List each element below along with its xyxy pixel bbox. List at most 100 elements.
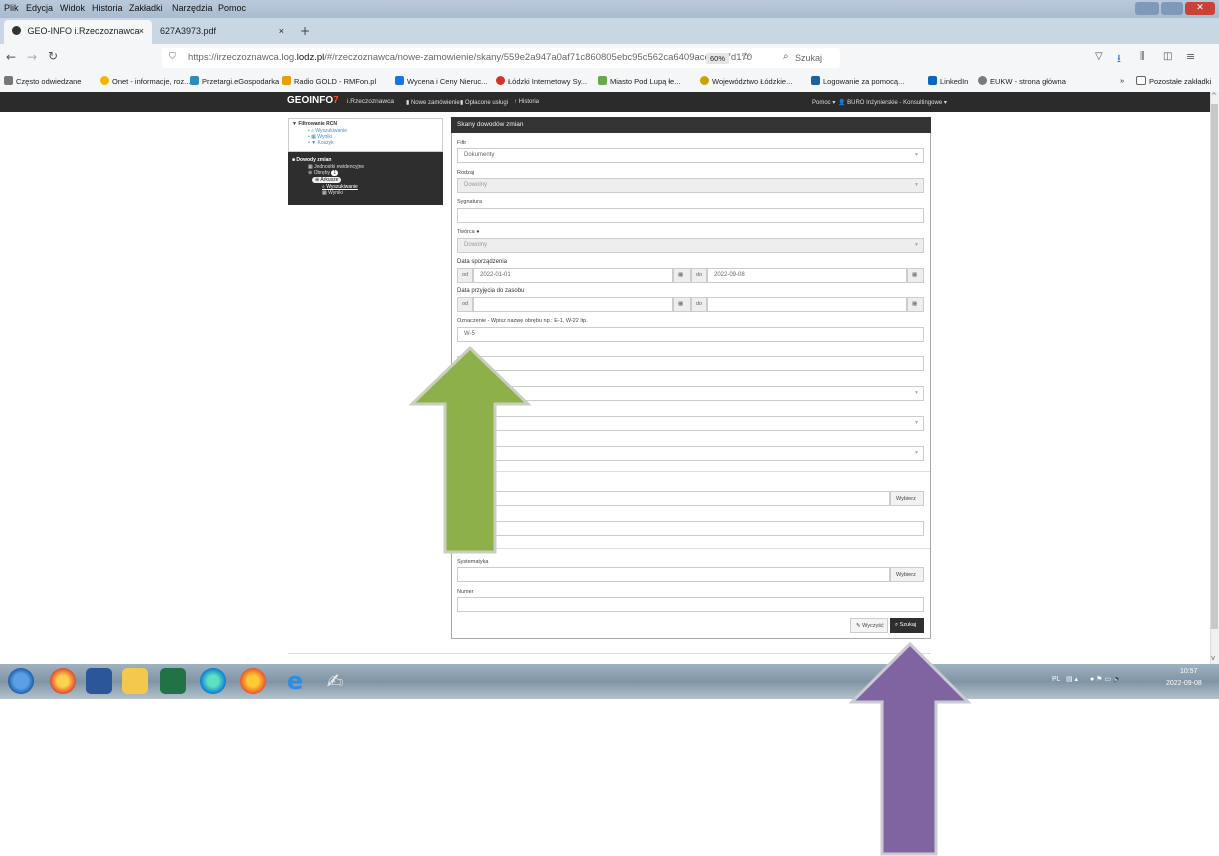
nav-paid-services[interactable]: ▮ Opłacone usługi xyxy=(460,99,508,106)
keyboard-icon[interactable]: ▤ ▴ xyxy=(1066,675,1078,683)
tab-close-icon[interactable]: × xyxy=(139,26,144,36)
scroll-down-icon[interactable]: v xyxy=(1211,654,1215,662)
search-icon: ⌕ xyxy=(783,51,789,62)
maximize-button[interactable] xyxy=(1161,2,1183,15)
close-window-button[interactable]: ✕ xyxy=(1185,2,1215,15)
to-addon: do xyxy=(691,297,707,312)
tree-item-districts[interactable]: ⊕ Obręby 1 xyxy=(308,170,339,176)
calendar-icon[interactable]: ▦ xyxy=(673,268,691,283)
download-icon[interactable]: ⭳ xyxy=(1117,50,1121,69)
choose-button[interactable]: Wybierz xyxy=(890,491,924,506)
type-label: Rodzaj xyxy=(457,170,475,176)
bookmark-item[interactable]: Często odwiedzane xyxy=(4,76,81,86)
bookmark-item[interactable]: Onet - informacje, roz... xyxy=(100,76,190,86)
forward-arrow-icon[interactable]: → xyxy=(27,50,37,64)
clear-button[interactable]: ✎ Wyczyść xyxy=(850,618,888,633)
nav-history[interactable]: ↑ Historia xyxy=(514,99,539,105)
menu-historia[interactable]: Historia xyxy=(92,3,123,13)
tab-close-icon[interactable]: × xyxy=(279,26,284,36)
calendar-icon[interactable]: ▦ xyxy=(907,268,924,283)
miasto-icon xyxy=(598,76,607,85)
star-icon[interactable]: ☆ xyxy=(741,50,751,63)
choose-systematics-button[interactable]: Wybierz xyxy=(890,567,924,582)
linkedin-icon xyxy=(928,76,937,85)
tab-geoinfo[interactable]: GEO-INFO i.Rzeczoznawca × xyxy=(4,20,152,44)
user-menu[interactable]: 👤 BURO Inżynierskie - Konsultingowe ▾ xyxy=(838,99,947,106)
bookmark-item[interactable]: EUKW - strona główna xyxy=(978,76,1066,86)
tab-pdf[interactable]: 627A3973.pdf × xyxy=(152,20,292,44)
library-icon[interactable]: ⫼ xyxy=(1140,51,1145,62)
bookmark-item[interactable]: Radio GOLD - RMFon.pl xyxy=(282,76,376,86)
accept-date-label: Data przyjęcia do zasobu xyxy=(457,288,525,294)
scroll-up-icon[interactable]: ^ xyxy=(1211,92,1217,100)
menu-pomoc[interactable]: Pomoc xyxy=(218,3,246,13)
tray-icons[interactable]: ● ⚑ ▭ 🔈 xyxy=(1090,675,1122,683)
word-icon[interactable] xyxy=(86,668,112,694)
nav-new-order[interactable]: ▮ Nowe zamówienie xyxy=(406,99,460,106)
reload-icon[interactable]: ↻ xyxy=(48,49,58,63)
edge-icon[interactable] xyxy=(200,668,226,694)
url-bar[interactable]: ⛉ https://irzeczoznawca.log.lodz.pl/#/rz… xyxy=(162,48,840,68)
bookmark-item[interactable]: Wycena i Ceny Nieruc... xyxy=(395,76,487,86)
bookmark-item[interactable]: Łódzki Internetowy Sy... xyxy=(496,76,587,86)
bookmark-item[interactable]: LinkedIn xyxy=(928,76,968,86)
creation-date-to[interactable]: 2022-09-08 xyxy=(707,268,907,283)
systematics-input[interactable] xyxy=(457,567,890,582)
pocket-icon[interactable]: ▽ xyxy=(1095,51,1103,62)
radio-icon xyxy=(282,76,291,85)
chrome-icon[interactable] xyxy=(50,668,76,694)
signature-input[interactable] xyxy=(457,208,924,223)
chevron-down-icon: ▼ xyxy=(914,242,919,248)
designation-input[interactable]: W-5 xyxy=(457,327,924,342)
firefox-icon[interactable] xyxy=(240,668,266,694)
calendar-icon[interactable]: ▦ xyxy=(907,297,924,312)
hamburger-menu-icon[interactable]: ≡ xyxy=(1186,50,1195,63)
menu-plik[interactable]: Plik xyxy=(4,3,19,13)
start-button[interactable] xyxy=(8,668,34,694)
app-header xyxy=(0,92,1210,112)
chevron-right-icon[interactable]: » xyxy=(1120,76,1124,85)
other-bookmarks[interactable]: Pozostałe zakładki xyxy=(1136,76,1211,86)
language-indicator[interactable]: PL xyxy=(1052,676,1061,683)
gear-icon xyxy=(4,76,13,85)
app-logo[interactable]: GEOINFO7 xyxy=(287,95,339,106)
back-arrow-icon[interactable]: ← xyxy=(6,50,16,64)
ie-icon[interactable]: e xyxy=(282,668,308,694)
creation-date-from[interactable]: 2022-01-01 xyxy=(473,268,673,283)
help-menu[interactable]: Pomoc ▾ xyxy=(812,99,835,106)
zoom-level[interactable]: 60% xyxy=(706,53,730,64)
folder-icon xyxy=(1136,76,1146,85)
tree-item-doc-results[interactable]: ▦ Wyniki xyxy=(322,190,343,196)
sidebar-icon[interactable]: ◫ xyxy=(1163,51,1172,62)
scrollbar-thumb[interactable] xyxy=(1211,104,1218,629)
menu-widok[interactable]: Widok xyxy=(60,3,85,13)
accept-date-from[interactable] xyxy=(473,297,673,312)
bookmark-item[interactable]: Przetargi.eGospodarka xyxy=(190,76,279,86)
pen-icon[interactable]: ✍ xyxy=(322,668,348,694)
tree-item-sheets[interactable]: ⊕ Arkusze xyxy=(312,177,342,183)
number-input[interactable] xyxy=(457,597,924,612)
clock-time[interactable]: 10:57 xyxy=(1180,668,1198,675)
menu-narzedzia[interactable]: Narzędzia xyxy=(172,3,213,13)
new-tab-button[interactable]: + xyxy=(300,24,310,38)
filter-select[interactable]: Dokumenty ▼ xyxy=(457,148,924,163)
clock-date[interactable]: 2022-09-08 xyxy=(1166,680,1202,687)
excel-icon[interactable] xyxy=(160,668,186,694)
tree-item-cart[interactable]: • ▼ Koszyk xyxy=(308,140,334,146)
bookmark-item[interactable]: Województwo Łódzkie... xyxy=(700,76,792,86)
explorer-icon[interactable] xyxy=(122,668,148,694)
accept-date-to[interactable] xyxy=(707,297,907,312)
chevron-down-icon: ▼ xyxy=(914,390,919,396)
search-icon: ⌕ xyxy=(895,622,899,628)
tab-label: GEO-INFO i.Rzeczoznawca xyxy=(27,26,140,36)
bookmark-item[interactable]: Logowanie za pomocą... xyxy=(811,76,904,86)
menu-edycja[interactable]: Edycja xyxy=(26,3,53,13)
author-select[interactable]: Dowolny ▼ xyxy=(457,238,924,253)
calendar-icon[interactable]: ▦ xyxy=(673,297,691,312)
search-box[interactable]: ⌕ Szukaj xyxy=(775,48,1055,68)
search-button[interactable]: ⌕ Szukaj xyxy=(890,618,924,633)
type-select[interactable]: Dowolny ▼ xyxy=(457,178,924,193)
menu-zakladki[interactable]: Zakładki xyxy=(129,3,163,13)
bookmark-item[interactable]: Miasto Pod Lupą łe... xyxy=(598,76,680,86)
minimize-button[interactable] xyxy=(1135,2,1159,15)
